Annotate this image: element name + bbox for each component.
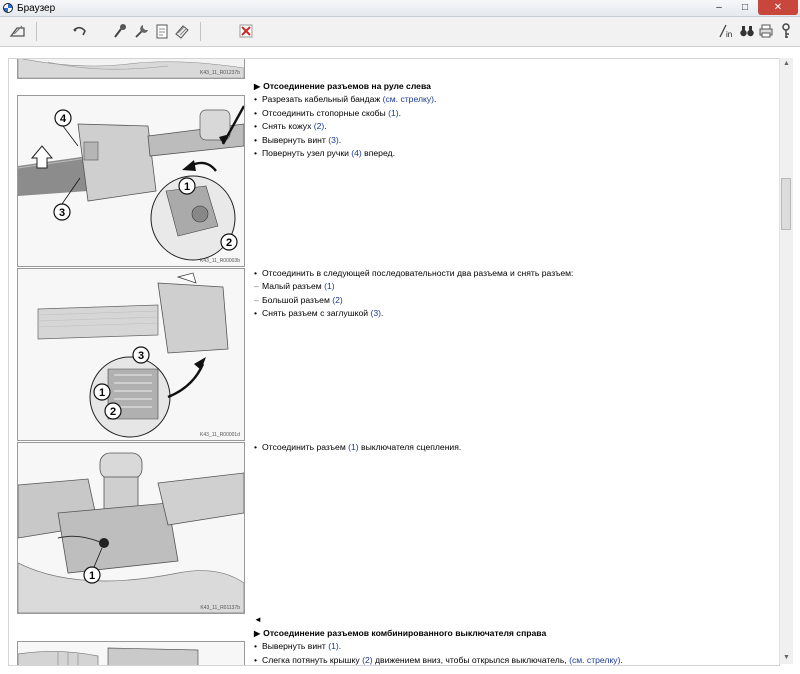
stack-docs-icon[interactable] bbox=[172, 21, 192, 41]
back-marker-icon[interactable]: ◄ bbox=[254, 615, 262, 624]
scroll-up-button[interactable]: ▲ bbox=[780, 58, 793, 70]
step-item: Разрезать кабельный бандаж (см. стрелку)… bbox=[254, 93, 774, 107]
wrench-tool-icon[interactable] bbox=[132, 21, 152, 41]
step-item: Отсоединить стопорные скобы (1). bbox=[254, 107, 774, 121]
figure-0: K43_11_R01237b bbox=[17, 59, 245, 79]
step-item: Снять кожух (2). bbox=[254, 120, 774, 134]
see-arrow-link[interactable]: (см. стрелку) bbox=[569, 655, 620, 665]
figure-2-illustration: 3 1 2 bbox=[18, 269, 244, 440]
document-clip-icon[interactable] bbox=[152, 21, 172, 41]
toolbar-separator bbox=[200, 22, 201, 41]
window-controls: – □ ✕ bbox=[706, 0, 798, 15]
scroll-thumb[interactable] bbox=[781, 178, 791, 230]
section-connectors-sequence: Отсоединить в следующей последовательнос… bbox=[254, 267, 774, 321]
figure-2-callout-1: 1 bbox=[99, 387, 105, 399]
section-right-combined-switch: Отсоединение разъемов комбинированного в… bbox=[254, 627, 774, 665]
ref-link[interactable]: (3) bbox=[328, 135, 339, 145]
figure-1-caption: K43_11_R00003b bbox=[200, 258, 240, 264]
minimize-button[interactable]: – bbox=[706, 0, 732, 15]
ref-link[interactable]: (1) bbox=[328, 641, 339, 651]
figure-1-callout-1: 1 bbox=[184, 181, 190, 193]
tag-edit-icon[interactable] bbox=[8, 21, 28, 41]
step-item: Снять разъем с заглушкой (3). bbox=[254, 307, 774, 321]
sub-step-item: Большой разъем (2) bbox=[254, 294, 774, 308]
bmw-logo-icon bbox=[3, 3, 13, 13]
window-title: Браузер bbox=[17, 2, 56, 14]
figure-1-callout-3: 3 bbox=[59, 207, 65, 219]
see-arrow-link[interactable]: (см. стрелку) bbox=[383, 94, 434, 104]
toolbar-separator bbox=[36, 22, 37, 41]
ref-link[interactable]: (1) bbox=[324, 281, 335, 291]
printer-icon[interactable] bbox=[756, 21, 776, 41]
help-key-icon[interactable] bbox=[776, 21, 796, 41]
section-heading: Отсоединение разъемов на руле слева bbox=[254, 80, 774, 93]
ref-link[interactable]: (2) bbox=[362, 655, 373, 665]
close-red-icon[interactable] bbox=[236, 21, 256, 41]
ref-link[interactable]: (1) bbox=[348, 442, 359, 452]
lamp-tool-icon[interactable] bbox=[110, 21, 130, 41]
ref-link[interactable]: (1) bbox=[388, 108, 399, 118]
figure-2: 3 1 2 K43_11_R00001d bbox=[17, 268, 245, 441]
document-viewport[interactable]: K43_11_R01237b 4 3 1 2 K43_11_R00003b 3 … bbox=[8, 58, 780, 666]
figure-2-caption: K43_11_R00001d bbox=[200, 432, 240, 438]
maximize-button[interactable]: □ bbox=[732, 0, 758, 15]
section-heading: Отсоединение разъемов комбинированного в… bbox=[254, 627, 774, 640]
figure-3-illustration: 1 bbox=[18, 443, 244, 613]
figure-3-caption: K43_11_R01137b bbox=[200, 605, 240, 611]
hook-back-icon[interactable] bbox=[70, 21, 90, 41]
info-index-icon[interactable]: in bbox=[716, 21, 736, 41]
close-button[interactable]: ✕ bbox=[758, 0, 798, 15]
window-titlebar: Браузер – □ ✕ bbox=[0, 0, 800, 17]
figure-2-callout-3: 3 bbox=[138, 350, 144, 362]
ref-link[interactable]: (4) bbox=[351, 148, 362, 158]
step-item: Вывернуть винт (1). bbox=[254, 640, 774, 654]
ref-link[interactable]: (2) bbox=[332, 295, 343, 305]
figure-0-caption: K43_11_R01237b bbox=[200, 70, 240, 76]
binoculars-icon[interactable] bbox=[737, 21, 757, 41]
figure-1: 4 3 1 2 K43_11_R00003b bbox=[17, 95, 245, 267]
vertical-scrollbar[interactable]: ▲ ▼ bbox=[779, 58, 793, 664]
figure-1-callout-4: 4 bbox=[60, 113, 67, 125]
step-item: Отсоединить в следующей последовательнос… bbox=[254, 267, 774, 281]
figure-4 bbox=[17, 641, 245, 665]
section-clutch-switch: Отсоединить разъем (1) выключателя сцепл… bbox=[254, 441, 774, 455]
figure-4-illustration bbox=[18, 642, 244, 665]
figure-1-illustration: 4 3 1 2 bbox=[18, 96, 244, 266]
ref-link[interactable]: (3) bbox=[370, 308, 381, 318]
step-item: Вывернуть винт (3). bbox=[254, 134, 774, 148]
step-item: Повернуть узел ручки (4) вперед. bbox=[254, 147, 774, 161]
step-item: Слегка потянуть крышку (2) движением вни… bbox=[254, 654, 774, 665]
section-left-handlebar: Отсоединение разъемов на руле слева Разр… bbox=[254, 80, 774, 161]
figure-3-callout-1: 1 bbox=[89, 570, 95, 582]
scroll-down-button[interactable]: ▼ bbox=[780, 652, 793, 664]
figure-3: 1 K43_11_R01137b bbox=[17, 442, 245, 614]
ref-link[interactable]: (2) bbox=[314, 121, 325, 131]
step-item: Отсоединить разъем (1) выключателя сцепл… bbox=[254, 441, 774, 455]
svg-text:in: in bbox=[726, 30, 732, 39]
figure-2-callout-2: 2 bbox=[110, 406, 116, 418]
toolbar: in bbox=[0, 17, 800, 47]
figure-1-callout-2: 2 bbox=[226, 237, 232, 249]
sub-step-item: Малый разъем (1) bbox=[254, 280, 774, 294]
